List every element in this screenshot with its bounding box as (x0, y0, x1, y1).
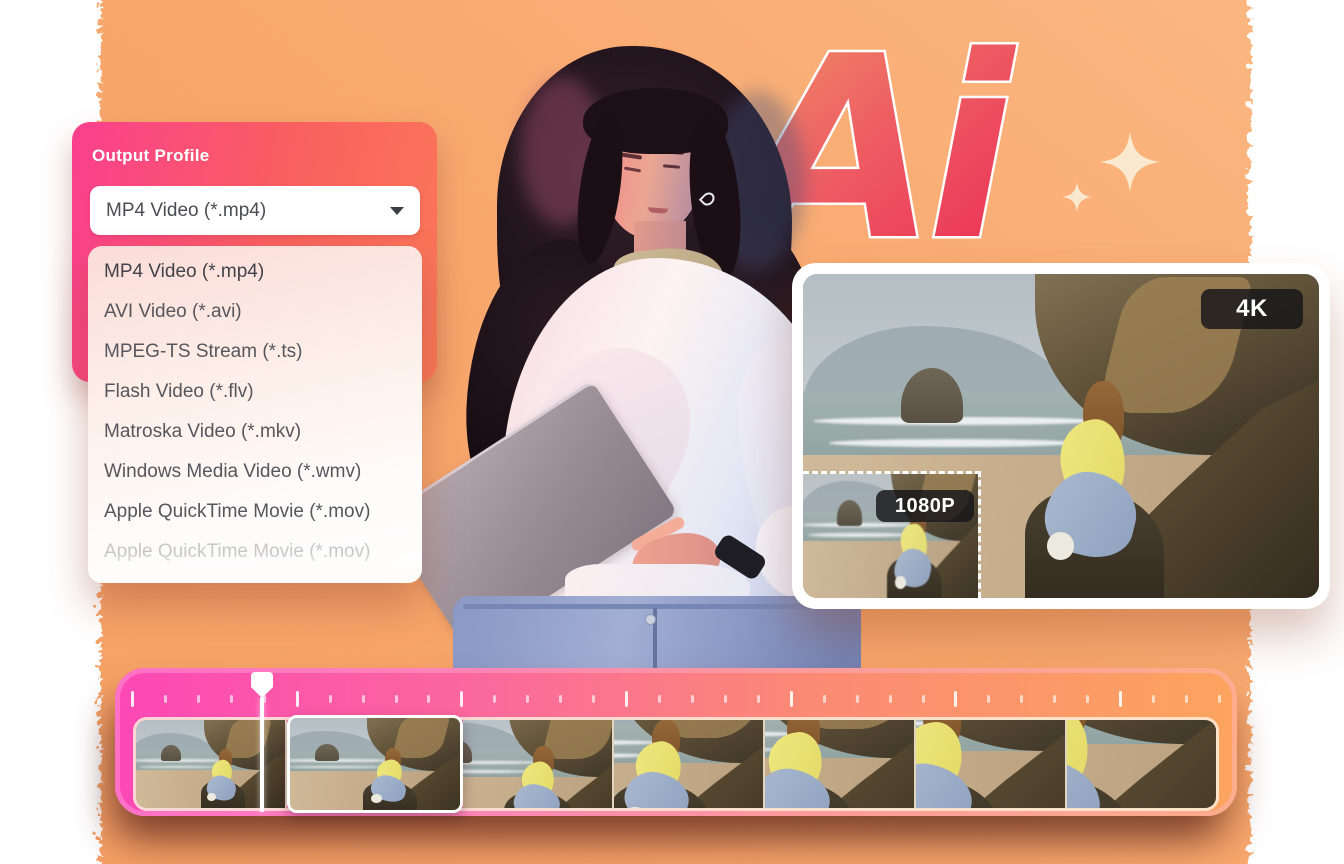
ruler-tick (987, 695, 990, 703)
dropdown-option-wmv[interactable]: Windows Media Video (*.wmv) (88, 452, 422, 492)
gshoe-layer (207, 793, 216, 801)
output-profile-title: Output Profile (92, 146, 210, 166)
woman-jeans (463, 604, 851, 609)
girl-figure (207, 749, 245, 802)
seastack-layer (161, 745, 181, 761)
foam-layer (829, 439, 1077, 447)
girl-figure (765, 720, 854, 808)
ruler-tick (1053, 695, 1056, 703)
foam-layer (138, 766, 217, 768)
gshoe-layer (895, 576, 906, 589)
timeline-frame-rock-detail[interactable] (1067, 720, 1216, 808)
timeline-frame-girl-on-rocks-close[interactable] (765, 720, 916, 808)
gshoe-layer (371, 794, 382, 802)
playhead-marker[interactable] (251, 672, 273, 814)
ruler-tick (362, 695, 365, 703)
ruler-tick (757, 695, 760, 703)
foam-layer (808, 533, 907, 537)
hero-banner: Ai (0, 0, 1344, 864)
ruler-tick (823, 695, 826, 703)
timeline-frame-beach-vista-selected[interactable] (287, 715, 463, 813)
ruler-tick (329, 695, 332, 703)
sparkle-icon (1100, 132, 1160, 192)
ruler-tick (1086, 695, 1089, 703)
filmstrip (133, 717, 1219, 811)
ruler-tick (395, 695, 398, 703)
playhead-icon (251, 672, 273, 698)
dropdown-option-mov[interactable]: Apple QuickTime Movie (*.mov) (88, 492, 422, 532)
ruler-tick (922, 695, 925, 703)
ruler-tick (625, 691, 628, 707)
ruler-tick (1119, 691, 1122, 707)
output-format-select[interactable]: MP4 Video (*.mp4) (90, 186, 420, 235)
ruler-tick (197, 695, 200, 703)
ruler-tick (559, 695, 562, 703)
beach-scene (287, 715, 463, 813)
girl-figure (916, 720, 999, 808)
girl-figure (371, 748, 417, 805)
ruler-tick (1185, 695, 1188, 703)
dropdown-option-avi[interactable]: AVI Video (*.avi) (88, 292, 422, 332)
ruler-tick (460, 691, 463, 707)
ruler-tick (790, 691, 793, 707)
timeline-frame-girl-on-rocks-closer[interactable] (916, 720, 1067, 808)
ruler-tick (427, 695, 430, 703)
ruler-tick (526, 695, 529, 703)
chevron-down-icon (390, 207, 404, 215)
ruler-tick (1218, 695, 1221, 703)
ruler-tick (658, 695, 661, 703)
beach-scene (463, 720, 614, 808)
jeans-button (645, 614, 656, 625)
ruler-tick (889, 695, 892, 703)
preview-image: 4K 1080P (803, 274, 1319, 598)
dropdown-option-flv[interactable]: Flash Video (*.flv) (88, 372, 422, 412)
seastack-layer (315, 744, 339, 761)
sparkle-icon (1062, 182, 1092, 212)
ruler-tick (131, 691, 134, 707)
resolution-badge-1080p: 1080P (876, 490, 974, 522)
girl-figure (1046, 381, 1165, 566)
low-res-inset: 1080P (803, 471, 981, 598)
beach-scene (1067, 720, 1216, 808)
ruler-tick (954, 691, 957, 707)
output-format-dropdown: MP4 Video (*.mp4) AVI Video (*.avi) MPEG… (88, 246, 422, 583)
timeline-ruler[interactable] (131, 690, 1221, 708)
dropdown-option-mkv[interactable]: Matroska Video (*.mkv) (88, 412, 422, 452)
seastack-layer (837, 500, 862, 526)
timeline-frame-cliff-closeup[interactable] (463, 720, 614, 808)
gshoe-layer (1047, 532, 1074, 560)
upscale-preview-panel: 4K 1080P (792, 263, 1330, 609)
girl-figure (514, 746, 574, 808)
beach-scene (916, 720, 1067, 808)
gjeans-layer (510, 780, 563, 808)
ruler-tick (493, 695, 496, 703)
ruler-tick (724, 695, 727, 703)
gjeans-layer (620, 766, 694, 808)
select-value: MP4 Video (*.mp4) (106, 200, 266, 222)
playhead-line (260, 697, 264, 812)
ruler-tick (164, 695, 167, 703)
resolution-badge-4k: 4K (1201, 289, 1303, 329)
dropdown-option-mp4[interactable]: MP4 Video (*.mp4) (88, 252, 422, 292)
beach-scene (614, 720, 765, 808)
ruler-tick (230, 695, 233, 703)
ruler-tick (592, 695, 595, 703)
ruler-tick (296, 691, 299, 707)
dropdown-option-ts[interactable]: MPEG-TS Stream (*.ts) (88, 332, 422, 372)
timeline-frame-girl-on-rocks-medium[interactable] (614, 720, 765, 808)
ruler-tick (1152, 695, 1155, 703)
video-timeline (115, 668, 1237, 816)
ruler-tick (1020, 695, 1023, 703)
ruler-tick (691, 695, 694, 703)
dropdown-option-mov-2[interactable]: Apple QuickTime Movie (*.mov) (88, 532, 422, 572)
ruler-tick (856, 695, 859, 703)
beach-scene (765, 720, 916, 808)
girl-figure (1067, 720, 1132, 808)
girl-figure (625, 720, 709, 808)
